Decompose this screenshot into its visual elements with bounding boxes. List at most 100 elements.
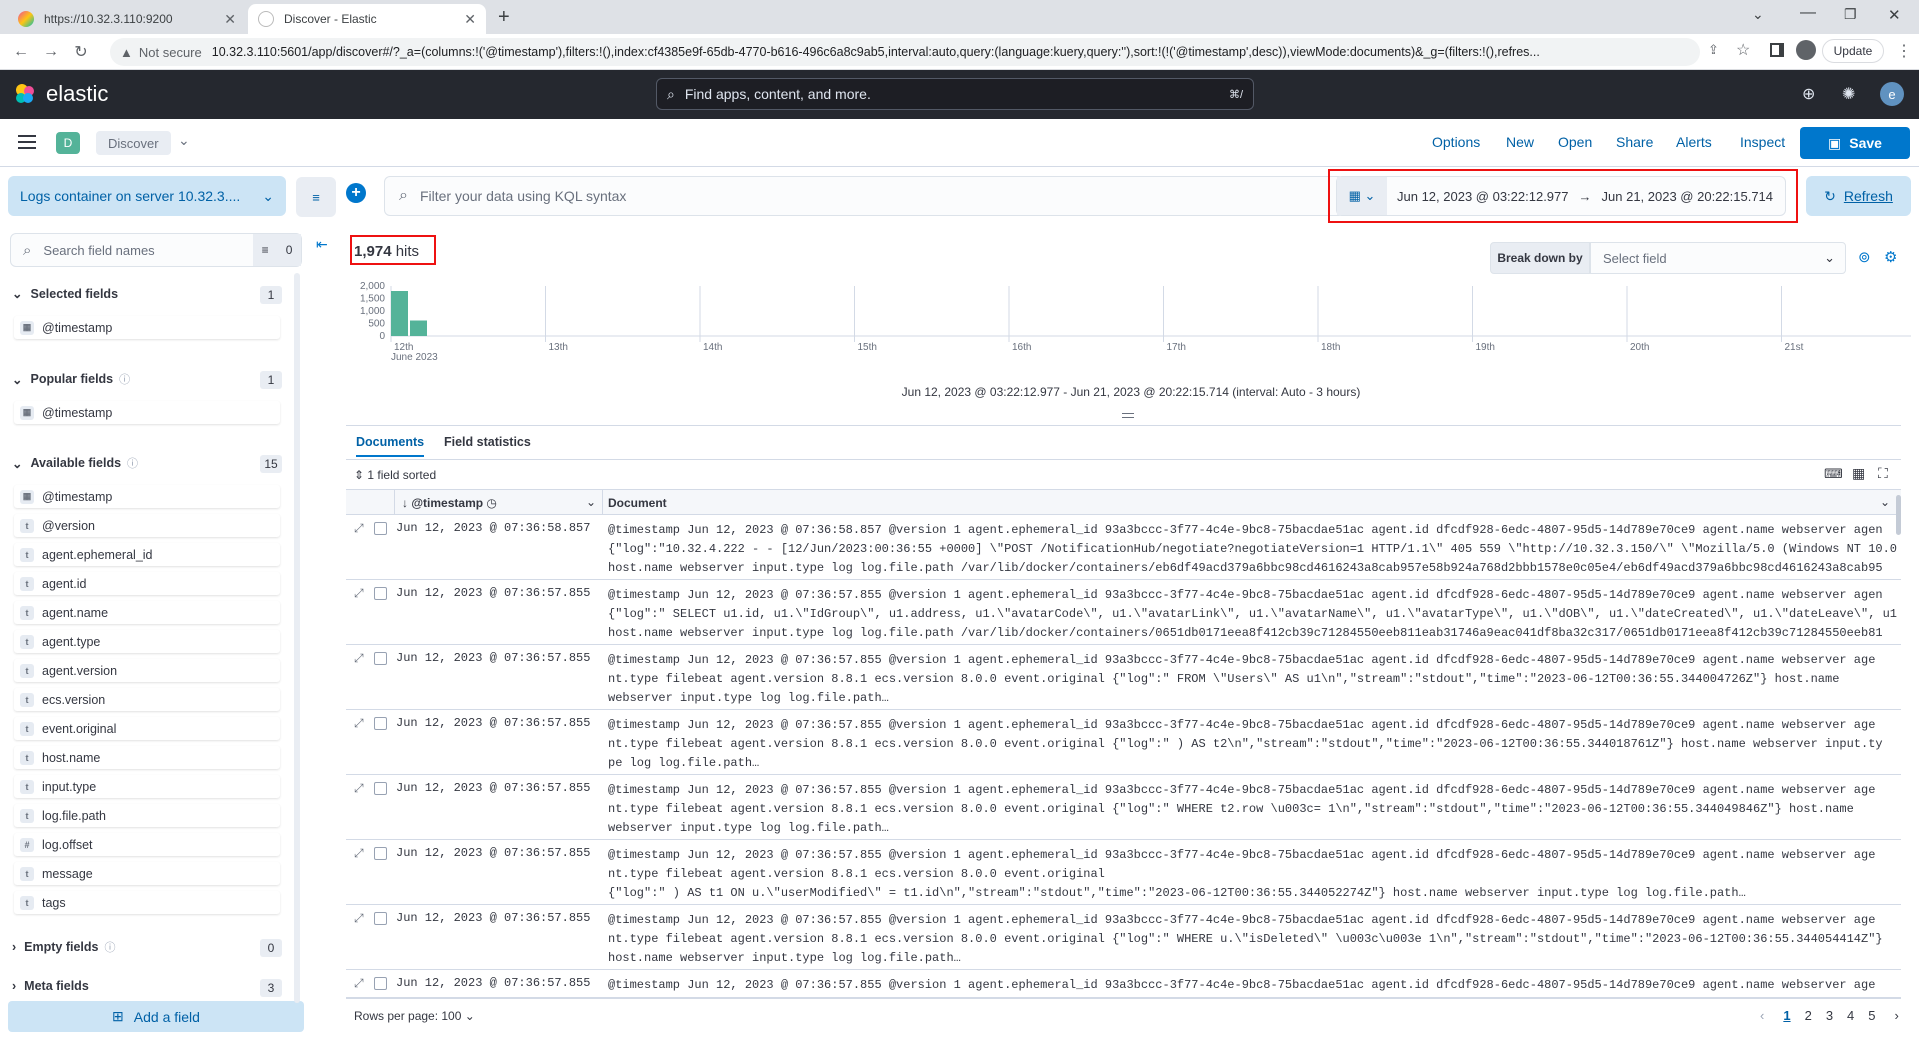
table-row[interactable]: ⤢ Jun 12, 2023 @ 07:36:58.857 @timestamp J…	[346, 515, 1901, 580]
inspect-link[interactable]: Inspect	[1740, 134, 1785, 150]
reload-icon[interactable]: ↻	[66, 37, 96, 67]
row-checkbox[interactable]	[374, 652, 387, 665]
rows-per-page[interactable]: Rows per page: 100 ⌄	[354, 1009, 475, 1023]
document-column-header[interactable]: Document	[608, 496, 667, 510]
share-link[interactable]: Share	[1616, 134, 1653, 150]
expand-row-icon[interactable]: ⤢	[354, 651, 364, 666]
field-item[interactable]: t ecs.version	[14, 688, 280, 711]
field-item[interactable]: t event.original	[14, 717, 280, 740]
row-checkbox[interactable]	[374, 912, 387, 925]
elastic-logo-icon[interactable]	[14, 83, 36, 105]
help-icon[interactable]: ⊕	[1802, 84, 1815, 104]
filter-menu-icon[interactable]: ≡	[296, 177, 336, 217]
user-avatar[interactable]: e	[1880, 82, 1904, 106]
breadcrumb[interactable]: Discover	[96, 131, 171, 155]
table-row[interactable]: ⤢ Jun 12, 2023 @ 07:36:57.855 @timestamp J…	[346, 710, 1901, 775]
url-field[interactable]: ▲ Not secure 10.32.3.110:5601/app/discov…	[110, 38, 1700, 66]
save-button[interactable]: ▣ Save	[1800, 127, 1910, 159]
space-badge[interactable]: D	[56, 132, 80, 154]
sort-indicator[interactable]: ⇕ 1 field sorted	[354, 468, 436, 482]
page-button[interactable]: 5	[1868, 1008, 1875, 1023]
density-icon[interactable]: ▦	[1852, 465, 1865, 482]
field-item[interactable]: t log.file.path	[14, 804, 280, 827]
tab-documents[interactable]: Documents	[356, 435, 425, 457]
alerts-link[interactable]: Alerts	[1676, 134, 1712, 150]
close-icon[interactable]: ✕	[464, 11, 476, 28]
field-item[interactable]: t agent.type	[14, 630, 280, 653]
hamburger-menu-icon[interactable]	[18, 135, 36, 149]
table-row[interactable]: ⤢ Jun 12, 2023 @ 07:36:57.855 @timestamp J…	[346, 645, 1901, 710]
expand-row-icon[interactable]: ⤢	[354, 846, 364, 861]
calendar-icon[interactable]: ▦ ⌄	[1337, 177, 1387, 215]
restore-icon[interactable]: ❐	[1844, 6, 1857, 23]
page-button[interactable]: 2	[1805, 1008, 1812, 1023]
kql-query-input[interactable]: ⌕ Filter your data using KQL syntax	[384, 176, 1344, 216]
date-picker[interactable]: ▦ ⌄ Jun 12, 2023 @ 03:22:12.977 → Jun 21…	[1336, 176, 1786, 216]
table-row[interactable]: ⤢ Jun 12, 2023 @ 07:36:57.855 @timestamp J…	[346, 905, 1901, 970]
table-row[interactable]: ⤢ Jun 12, 2023 @ 07:36:57.855 @timestamp J…	[346, 970, 1901, 998]
time-end[interactable]: Jun 21, 2023 @ 20:22:15.714	[1602, 189, 1774, 204]
page-button[interactable]: 3	[1826, 1008, 1833, 1023]
new-tab-icon[interactable]: +	[498, 6, 510, 29]
open-link[interactable]: Open	[1558, 134, 1592, 150]
add-field-button[interactable]: ⊞ Add a field	[8, 1001, 304, 1032]
field-item[interactable]: ▦ @timestamp	[14, 401, 280, 424]
time-start[interactable]: Jun 12, 2023 @ 03:22:12.977	[1397, 189, 1569, 204]
global-search-input[interactable]: ⌕ Find apps, content, and more. ⌘/	[656, 78, 1254, 110]
share-icon[interactable]: ⇪	[1708, 42, 1719, 58]
forward-icon[interactable]: →	[36, 37, 66, 67]
info-icon[interactable]: ⓘ	[127, 455, 138, 471]
field-item[interactable]: t input.type	[14, 775, 280, 798]
fullscreen-icon[interactable]: ⛶	[1878, 465, 1888, 482]
field-item[interactable]: ▦ @timestamp	[14, 485, 280, 508]
timestamp-column-header[interactable]: ↓ @timestamp ◷	[402, 496, 497, 510]
expand-row-icon[interactable]: ⤢	[354, 586, 364, 601]
side-panel-icon[interactable]	[1770, 43, 1784, 57]
row-checkbox[interactable]	[374, 977, 387, 990]
profile-avatar-icon[interactable]	[1796, 40, 1816, 60]
field-item[interactable]: ▦ @timestamp	[14, 316, 280, 339]
expand-row-icon[interactable]: ⤢	[354, 781, 364, 796]
table-row[interactable]: ⤢ Jun 12, 2023 @ 07:36:57.855 @timestamp J…	[346, 840, 1901, 905]
grid-scrollbar[interactable]	[1896, 495, 1901, 535]
page-button[interactable]: 4	[1847, 1008, 1854, 1023]
popular-fields-section[interactable]: ⌄ Popular fields ⓘ	[12, 371, 130, 387]
elastic-wordmark[interactable]: elastic	[46, 81, 108, 107]
update-button[interactable]: Update	[1822, 39, 1884, 63]
browser-menu-icon[interactable]: ⋮	[1896, 41, 1912, 61]
expand-row-icon[interactable]: ⤢	[354, 716, 364, 731]
field-item[interactable]: t tags	[14, 891, 280, 914]
chevron-down-icon[interactable]: ⌄	[178, 132, 190, 149]
field-item[interactable]: t @version	[14, 514, 280, 537]
available-fields-section[interactable]: ⌄ Available fields ⓘ	[12, 455, 138, 471]
refresh-button[interactable]: ↻ Refresh	[1806, 176, 1911, 216]
close-icon[interactable]: ✕	[224, 11, 236, 28]
field-item[interactable]: t agent.version	[14, 659, 280, 682]
field-item[interactable]: t agent.name	[14, 601, 280, 624]
row-checkbox[interactable]	[374, 847, 387, 860]
add-filter-icon[interactable]: +	[346, 183, 366, 203]
sidebar-scrollbar[interactable]	[294, 273, 300, 1003]
collapse-sidebar-icon[interactable]: ⇤	[316, 236, 328, 253]
field-item[interactable]: t host.name	[14, 746, 280, 769]
next-page-icon[interactable]: ›	[1895, 1008, 1899, 1023]
browser-tab-discover[interactable]: Discover - Elastic ✕	[248, 4, 486, 34]
browser-tab-elasticsearch[interactable]: https://10.32.3.110:9200 ✕	[8, 4, 246, 34]
field-item[interactable]: t agent.id	[14, 572, 280, 595]
empty-fields-section[interactable]: › Empty fields ⓘ	[12, 939, 116, 955]
tab-field-statistics[interactable]: Field statistics	[444, 435, 531, 449]
tab-search-icon[interactable]: ⌄	[1752, 6, 1764, 23]
chevron-down-icon[interactable]: ⌄	[586, 495, 596, 509]
new-link[interactable]: New	[1506, 134, 1534, 150]
page-button[interactable]: 1	[1783, 1008, 1790, 1023]
expand-row-icon[interactable]: ⤢	[354, 521, 364, 536]
meta-fields-section[interactable]: › Meta fields	[12, 979, 89, 993]
field-search-input[interactable]: ⌕ Search field names ≡ 0	[10, 233, 302, 267]
selected-fields-section[interactable]: ⌄ Selected fields	[12, 286, 118, 302]
prev-page-icon[interactable]: ‹	[1760, 1008, 1764, 1023]
data-view-selector[interactable]: Logs container on server 10.32.3.... ⌄	[8, 176, 286, 216]
row-checkbox[interactable]	[374, 717, 387, 730]
row-checkbox[interactable]	[374, 782, 387, 795]
minimize-icon[interactable]: —	[1800, 4, 1816, 22]
expand-row-icon[interactable]: ⤢	[354, 911, 364, 926]
